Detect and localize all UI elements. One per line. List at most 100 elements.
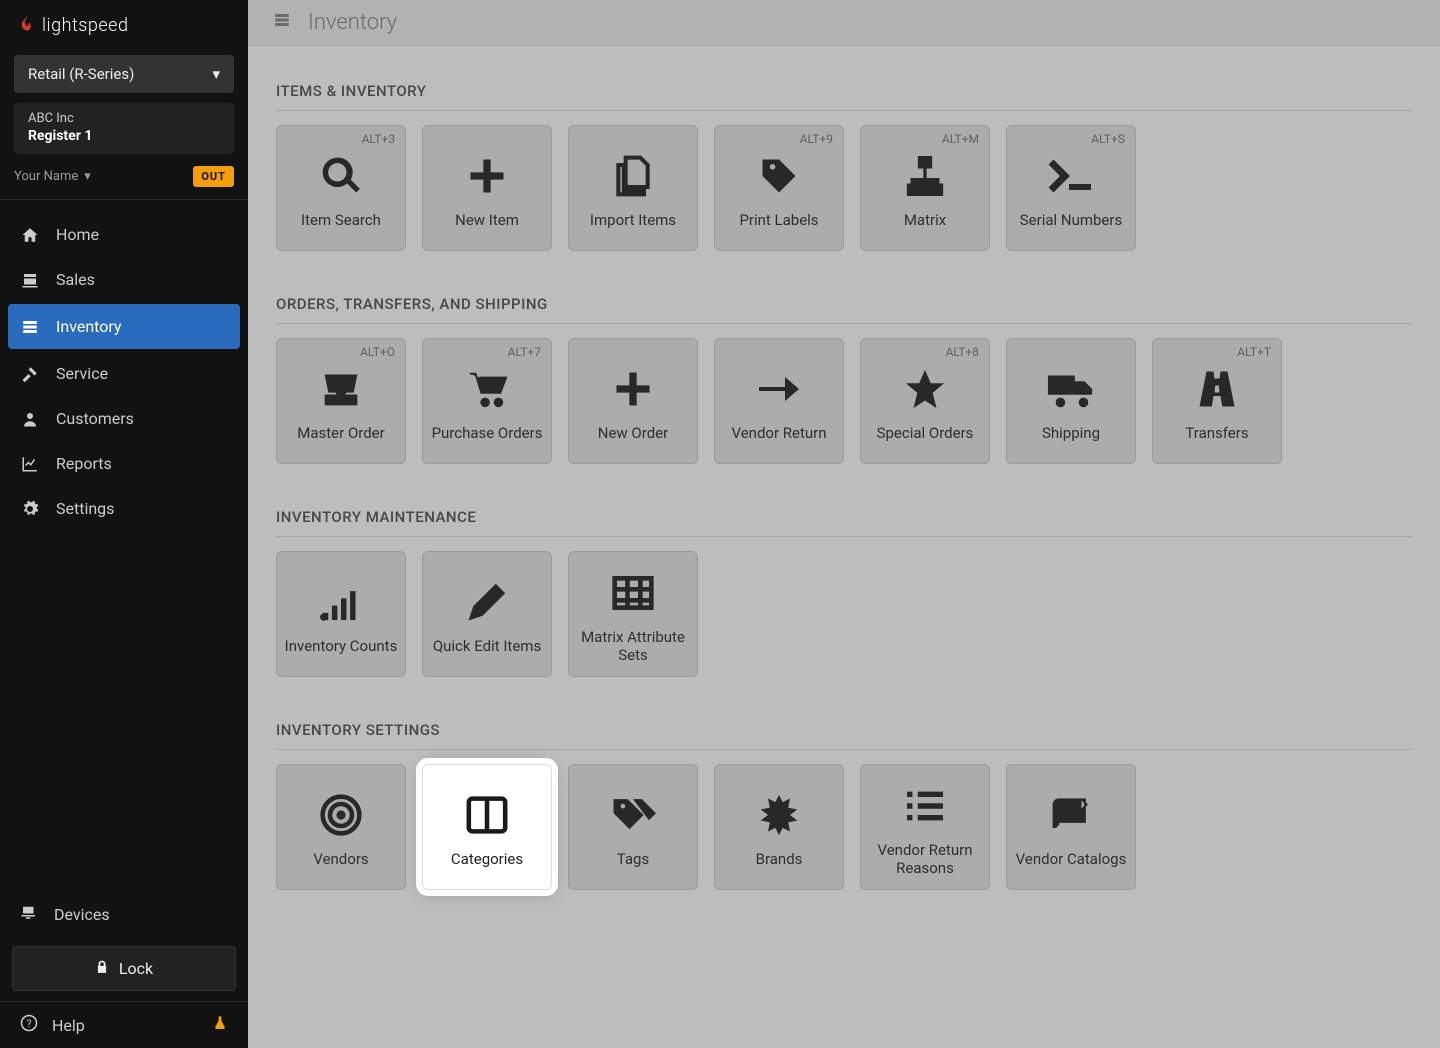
tile-vendor-return-reasons[interactable]: Vendor Return Reasons [860, 764, 990, 890]
inventory-icon [272, 10, 292, 35]
list-icon [903, 777, 947, 835]
section-title: INVENTORY SETTINGS [276, 705, 1412, 750]
sidebar-item-label: Service [56, 364, 108, 383]
chart-icon [20, 455, 40, 473]
tile-brands[interactable]: Brands [714, 764, 844, 890]
tile-item-search[interactable]: ALT+3Item Search [276, 125, 406, 251]
sidebar-item-settings[interactable]: Settings [0, 486, 248, 531]
product-selector-label: Retail (R-Series) [28, 65, 134, 83]
tile-label: Vendors [313, 850, 368, 868]
tile-inventory-counts[interactable]: Inventory Counts [276, 551, 406, 677]
sidebar-item-service[interactable]: Service [0, 351, 248, 396]
sidebar-item-reports[interactable]: Reports [0, 441, 248, 486]
shortcut-label: ALT+S [1091, 132, 1125, 146]
out-badge[interactable]: OUT [193, 166, 234, 187]
sidebar-item-inventory[interactable]: Inventory [8, 304, 240, 349]
sitemap-icon [903, 147, 947, 205]
sidebar-item-customers[interactable]: Customers [0, 396, 248, 441]
company-name: ABC Inc [28, 111, 220, 126]
flask-icon [212, 1014, 228, 1036]
hammer-icon [20, 365, 40, 383]
tags-icon [610, 786, 656, 844]
content-area: ITEMS & INVENTORYALT+3Item SearchNew Ite… [248, 46, 1440, 958]
register-name: Register 1 [28, 128, 220, 144]
terminal-icon [1047, 147, 1095, 205]
shortcut-label: ALT+8 [946, 345, 979, 359]
tile-import-items[interactable]: Import Items [568, 125, 698, 251]
tile-quick-edit-items[interactable]: Quick Edit Items [422, 551, 552, 677]
tile-matrix-attribute-sets[interactable]: Matrix Attribute Sets [568, 551, 698, 677]
bars-icon [319, 573, 363, 631]
user-menu[interactable]: Your Name ▾ [14, 169, 91, 184]
lock-icon [95, 959, 109, 978]
divider [0, 199, 248, 200]
shortcut-label: ALT+7 [508, 345, 541, 359]
product-selector[interactable]: Retail (R-Series) ▾ [14, 55, 234, 93]
section-title: INVENTORY MAINTENANCE [276, 492, 1412, 537]
tile-shipping[interactable]: Shipping [1006, 338, 1136, 464]
tile-tags[interactable]: Tags [568, 764, 698, 890]
tile-categories[interactable]: Categories [422, 764, 552, 890]
sidebar-item-label: Sales [56, 270, 95, 289]
sidebar-item-label: Home [56, 225, 99, 244]
tile-label: Vendor Return Reasons [867, 841, 983, 877]
tile-label: Master Order [297, 424, 384, 442]
user-row: Your Name ▾ OUT [14, 166, 234, 187]
tile-label: Special Orders [877, 424, 974, 442]
files-icon [611, 147, 655, 205]
inventory-icon [20, 318, 40, 336]
tile-print-labels[interactable]: ALT+9Print Labels [714, 125, 844, 251]
tile-row: Inventory Counts Quick Edit Items Matrix A… [276, 551, 1412, 677]
star-icon [902, 360, 948, 418]
tile-label: Matrix [904, 211, 946, 229]
shortcut-label: ALT+T [1237, 345, 1271, 359]
tile-transfers[interactable]: ALT+T Transfers [1152, 338, 1282, 464]
inbox-icon [319, 360, 363, 418]
tile-label: Print Labels [739, 211, 818, 229]
company-register-box[interactable]: ABC Inc Register 1 [14, 103, 234, 154]
tile-vendor-catalogs[interactable]: Vendor Catalogs [1006, 764, 1136, 890]
tile-vendor-return[interactable]: Vendor Return [714, 338, 844, 464]
tile-master-order[interactable]: ALT+OMaster Order [276, 338, 406, 464]
tile-label: Transfers [1185, 424, 1248, 442]
sidebar-item-devices[interactable]: Devices [0, 890, 248, 938]
plus-icon [465, 147, 509, 205]
page-header: Inventory [248, 0, 1440, 46]
tile-label: Tags [617, 850, 649, 868]
sidebar-item-sales[interactable]: Sales [0, 257, 248, 302]
arrow-right-icon [755, 360, 803, 418]
sidebar-item-help[interactable]: ? Help [0, 1001, 248, 1048]
tile-label: Serial Numbers [1020, 211, 1122, 229]
columns-icon [465, 786, 509, 844]
lock-button[interactable]: Lock [12, 946, 236, 991]
sidebar-item-home[interactable]: Home [0, 212, 248, 257]
help-label: Help [52, 1016, 85, 1035]
tile-row: Vendors Categories Tags Brands Vendor Return… [276, 764, 1412, 890]
sidebar-bottom: Devices Lock ? Help [0, 890, 248, 1048]
tile-label: Categories [451, 850, 523, 868]
user-icon [20, 410, 40, 428]
sidebar-item-label: Reports [56, 454, 112, 473]
tile-new-order[interactable]: New Order [568, 338, 698, 464]
register-icon [20, 271, 40, 289]
devices-icon [20, 903, 38, 925]
burst-icon [757, 786, 801, 844]
tile-matrix[interactable]: ALT+MMatrix [860, 125, 990, 251]
sidebar-item-label: Settings [56, 499, 114, 518]
tile-special-orders[interactable]: ALT+8 Special Orders [860, 338, 990, 464]
devices-label: Devices [54, 905, 110, 924]
main-content: Inventory ITEMS & INVENTORYALT+3Item Sea… [248, 0, 1440, 1048]
tile-label: Shipping [1042, 424, 1100, 442]
sidebar-item-label: Inventory [56, 317, 122, 336]
plus-icon [611, 360, 655, 418]
tile-new-item[interactable]: New Item [422, 125, 552, 251]
sidebar: lightspeed Retail (R-Series) ▾ ABC Inc R… [0, 0, 248, 1048]
cart-icon [464, 360, 510, 418]
tile-label: Quick Edit Items [433, 637, 541, 655]
chevron-down-icon: ▾ [212, 65, 220, 83]
lock-label: Lock [119, 959, 153, 978]
tile-serial-numbers[interactable]: ALT+S Serial Numbers [1006, 125, 1136, 251]
tile-purchase-orders[interactable]: ALT+7Purchase Orders [422, 338, 552, 464]
tile-label: Brands [756, 850, 803, 868]
tile-vendors[interactable]: Vendors [276, 764, 406, 890]
